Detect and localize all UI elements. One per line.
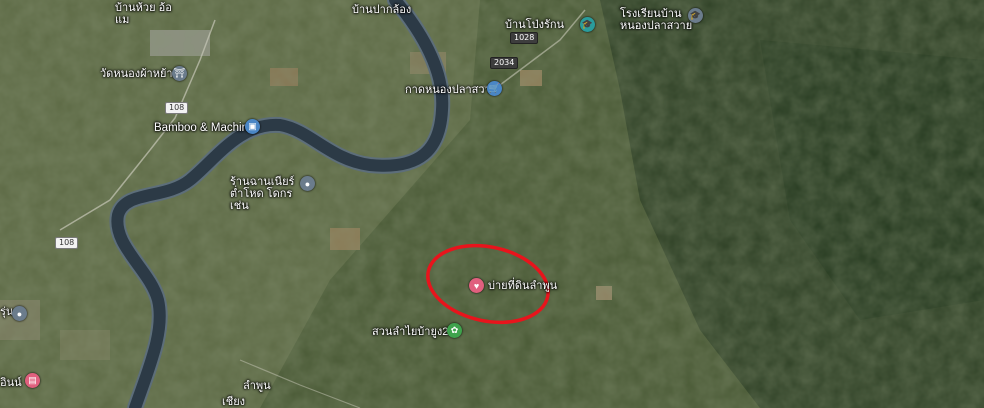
store-icon[interactable]: ▣ [245, 119, 260, 134]
shopping-cart-icon[interactable]: 🛒 [487, 81, 502, 96]
school-icon[interactable]: 🎓 [580, 17, 595, 32]
market-label[interactable]: กาดหนองปลาสวาย [405, 84, 497, 96]
village-label[interactable]: บ้านปากล้อง [352, 4, 411, 16]
restaurant-label[interactable]: ร้านฉานเนียร์ ต่ำโหด โดกรเช่น [230, 176, 310, 212]
route-shield: 108 [165, 102, 189, 114]
route-shield: 2034 [490, 57, 519, 69]
road-label: เชียง [222, 396, 246, 408]
temple-icon[interactable]: ⛩ [172, 66, 187, 81]
business-label[interactable]: Bamboo & Machine [154, 122, 254, 134]
temple-label[interactable]: วัดหนองผ้าหย้าง [100, 68, 178, 80]
school-label[interactable]: โรงเรียนบ้าน หนองปลาสวาย [620, 8, 696, 32]
lodging-icon[interactable]: ▤ [25, 373, 40, 388]
location-pin-icon[interactable]: ● [12, 306, 27, 321]
marked-place-label[interactable]: บ่ายที่ดินลำพูน [488, 280, 557, 292]
route-shield: 108 [55, 237, 79, 249]
heart-icon[interactable]: ♥ [469, 278, 484, 293]
garden-label[interactable]: สวนลำไยบ้ายูง2 [372, 326, 448, 338]
route-shield: 1028 [510, 32, 539, 44]
lodging-label[interactable]: อินน์ [0, 377, 22, 389]
location-pin-icon[interactable]: ● [300, 176, 315, 191]
village-label[interactable]: บ้านห้วย อ้อแม [115, 2, 175, 26]
road-label: ลำพูน [243, 380, 271, 392]
school-label[interactable]: บ้านโป่งรักน [505, 19, 564, 31]
satellite-map[interactable]: 108 108 1028 2034 บ้านห้วย อ้อแม บ้านปาก… [0, 0, 984, 408]
park-icon[interactable]: ✿ [447, 323, 462, 338]
school-icon[interactable]: 🎓 [688, 8, 703, 23]
